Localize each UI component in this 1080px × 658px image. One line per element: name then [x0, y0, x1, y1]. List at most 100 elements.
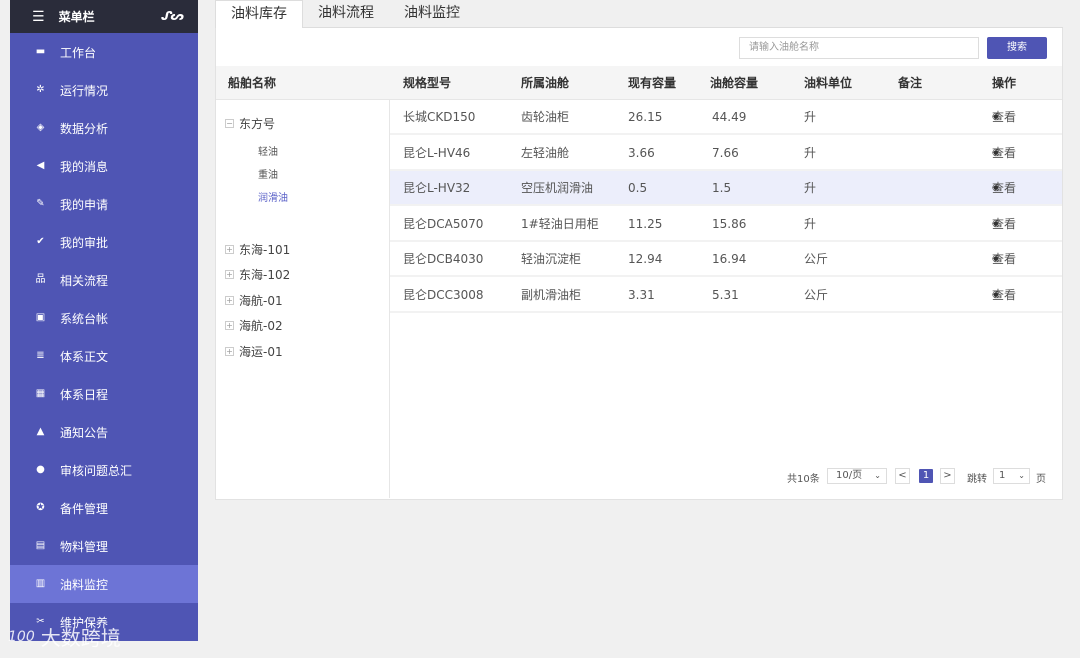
search-button[interactable]: 搜索 — [987, 37, 1047, 59]
view-button[interactable]: ◉ 查看 — [992, 207, 1016, 242]
chevron-down-icon: ⌄ — [1018, 471, 1025, 480]
col-current: 现有容量 — [628, 76, 677, 90]
view-button[interactable]: ◉ 查看 — [992, 278, 1016, 313]
document-icon: ≣ — [36, 350, 45, 361]
tree-node-dongfang[interactable]: − 东方号 — [225, 115, 275, 132]
tab-bar: 油料库存 油料流程 油料监控 — [215, 0, 1063, 29]
view-button[interactable]: ◉ 查看 — [992, 242, 1016, 277]
sidebar-item[interactable]: ▣ 系统台帐 — [10, 299, 198, 337]
sidebar-item[interactable]: ✎ 我的申请 — [10, 185, 198, 223]
tab-oil-monitor[interactable]: 油料监控 — [389, 0, 475, 29]
sidebar-item[interactable]: ◀ 我的消息 — [10, 147, 198, 185]
pagination-total: 共10条 — [787, 474, 820, 485]
cell-current: 26.15 — [628, 110, 663, 124]
col-capacity: 油舱容量 — [710, 76, 759, 90]
tab-oil-inventory[interactable]: 油料库存 — [215, 0, 303, 29]
expand-toggle-icon[interactable]: + — [225, 347, 234, 356]
cell-current: 3.66 — [628, 145, 655, 160]
table-row[interactable]: 昆仑DCC3008 副机滑油柜 3.31 5.31 公斤 ◉ 查看 — [390, 278, 1062, 313]
search-input[interactable]: 请输入油舱名称 — [739, 37, 979, 59]
next-page-button[interactable]: > — [940, 468, 955, 484]
col-remark: 备注 — [898, 76, 923, 90]
sidebar-item-label: 通知公告 — [60, 425, 109, 440]
sidebar-item[interactable]: 品 相关流程 — [10, 261, 198, 299]
expand-toggle-icon[interactable]: + — [225, 321, 234, 330]
sidebar-title: 菜单栏 — [58, 10, 95, 24]
tree-leaf-light-oil[interactable]: 轻油 — [258, 143, 278, 158]
current-page-button[interactable]: 1 — [919, 469, 933, 483]
sidebar-item[interactable]: ▥ 油料监控 — [10, 565, 198, 603]
page-size-select[interactable]: 10/页 ⌄ — [827, 468, 887, 484]
book-icon: ▣ — [35, 312, 46, 323]
cell-model: 昆仑L-HV32 — [403, 181, 471, 195]
cell-tank: 齿轮油柜 — [521, 110, 570, 124]
expand-toggle-icon[interactable]: + — [225, 270, 234, 279]
sidebar-item[interactable]: ▦ 体系日程 — [10, 375, 198, 413]
spinner-icon: ✲ — [36, 84, 45, 95]
page-size-value: 10/页 — [836, 470, 863, 481]
col-model: 规格型号 — [403, 76, 452, 90]
table-row[interactable]: 昆仑L-HV32 空压机润滑油 0.5 1.5 升 ◉ 查看 — [390, 171, 1062, 206]
sidebar-item[interactable]: ● 审核问题总汇 — [10, 451, 198, 489]
jump-page-value: 1 — [999, 470, 1006, 481]
sidebar-item-label: 系统台帐 — [60, 311, 109, 326]
monitor-icon: ▬ — [35, 46, 46, 57]
tree-node-donghai-101[interactable]: + 东海-101 — [225, 241, 290, 258]
sidebar-item[interactable]: ✲ 运行情况 — [10, 71, 198, 109]
speaker-icon: ◀ — [36, 160, 45, 171]
expand-toggle-icon[interactable]: + — [225, 245, 234, 254]
tree-node-label: 东海-102 — [239, 268, 291, 282]
cell-capacity: 7.66 — [712, 145, 739, 160]
tree-leaf-heavy-oil[interactable]: 重油 — [258, 166, 278, 181]
gear-icon: ✪ — [36, 502, 45, 513]
tree-node-haiyun-01[interactable]: + 海运-01 — [225, 343, 283, 360]
sidebar-item-label: 我的消息 — [60, 159, 109, 174]
sidebar-item-label: 备件管理 — [60, 501, 109, 516]
sidebar-item[interactable]: ▬ 工作台 — [10, 33, 198, 71]
page-suffix: 页 — [1036, 474, 1046, 485]
table-row[interactable]: 昆仑L-HV46 左轻油舱 3.66 7.66 升 ◉ 查看 — [390, 136, 1062, 171]
cell-model: 昆仑L-HV46 — [403, 145, 471, 160]
cell-unit: 升 — [804, 110, 817, 124]
tab-oil-process[interactable]: 油料流程 — [303, 0, 389, 29]
collapse-toggle-icon[interactable]: − — [225, 119, 234, 128]
table-row[interactable]: 昆仑DCB4030 轻油沉淀柜 12.94 16.94 公斤 ◉ 查看 — [390, 242, 1062, 277]
edit-icon: ✎ — [36, 198, 45, 209]
table-row[interactable]: 昆仑DCA5070 1#轻油日用柜 11.25 15.86 升 ◉ 查看 — [390, 207, 1062, 242]
jump-page-select[interactable]: 1 ⌄ — [993, 468, 1030, 484]
collapse-toggle-icon[interactable]: ᔑᔕ — [161, 9, 184, 23]
cell-capacity: 1.5 — [712, 181, 732, 195]
cell-model: 昆仑DCC3008 — [403, 287, 484, 302]
sidebar-item[interactable]: ✔ 我的审批 — [10, 223, 198, 261]
tree-node-haihang-01[interactable]: + 海航-01 — [225, 292, 283, 309]
box-icon: ▤ — [35, 540, 46, 551]
sidebar-item[interactable]: ≣ 体系正文 — [10, 337, 198, 375]
sidebar-item-label: 相关流程 — [60, 273, 109, 288]
sidebar-item[interactable]: ▲ 通知公告 — [10, 413, 198, 451]
sidebar-item-label: 物料管理 — [60, 539, 109, 554]
eye-icon: ◉ — [992, 218, 1000, 229]
prev-page-button[interactable]: < — [895, 468, 910, 484]
watermark: 100 大数跨境 — [8, 622, 121, 651]
sidebar-item[interactable]: ▤ 物料管理 — [10, 527, 198, 565]
view-button[interactable]: ◉ 查看 — [992, 100, 1016, 135]
view-button[interactable]: ◉ 查看 — [992, 171, 1016, 206]
watermark-logo: 100 — [8, 628, 35, 645]
table-header: 船舶名称 规格型号 所属油舱 现有容量 油舱容量 油料单位 备注 操作 — [216, 66, 1062, 100]
table-row[interactable]: 长城CKD150 齿轮油柜 26.15 44.49 升 ◉ 查看 — [390, 100, 1062, 135]
hamburger-menu-icon[interactable]: ☰ — [32, 10, 45, 24]
sidebar-item-label: 工作台 — [60, 45, 97, 60]
cell-unit: 公斤 — [804, 252, 829, 266]
cell-tank: 左轻油舱 — [521, 145, 570, 160]
tree-node-donghai-102[interactable]: + 东海-102 — [225, 266, 290, 283]
sidebar-header: ☰ 菜单栏 ᔑᔕ — [10, 0, 198, 33]
tree-node-label: 海航-01 — [239, 294, 283, 308]
sidebar-item[interactable]: ◈ 数据分析 — [10, 109, 198, 147]
tank-icon: ▥ — [35, 578, 46, 589]
sidebar-item[interactable]: ✪ 备件管理 — [10, 489, 198, 527]
tree-leaf-lube-oil[interactable]: 润滑油 — [258, 189, 288, 204]
view-button[interactable]: ◉ 查看 — [992, 136, 1016, 171]
tree-node-haihang-02[interactable]: + 海航-02 — [225, 317, 283, 334]
expand-toggle-icon[interactable]: + — [225, 296, 234, 305]
watermark-text: 大数跨境 — [40, 626, 121, 650]
